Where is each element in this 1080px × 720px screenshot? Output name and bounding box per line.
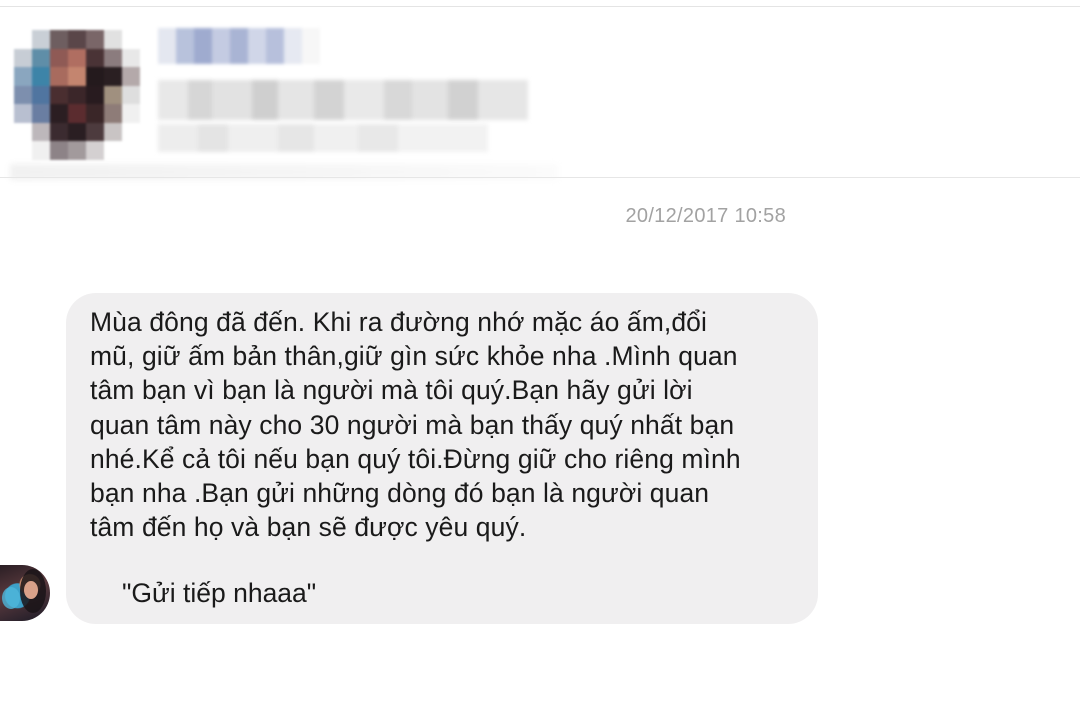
- header-divider: [0, 177, 1080, 178]
- message-line: quan tâm này cho 30 người mà bạn thấy qu…: [90, 409, 735, 440]
- message-bubble[interactable]: Mùa đông đã đến. Khi ra đường nhớ mặc áo…: [66, 293, 818, 624]
- avatar-detail: [24, 581, 38, 599]
- sender-avatar[interactable]: [0, 565, 50, 621]
- message-quote: "Gửi tiếp nhaaa": [122, 578, 317, 609]
- message-timestamp: 20/12/2017 10:58: [625, 205, 786, 227]
- message-line: bạn nha .Bạn gửi những dòng đó bạn là ng…: [90, 478, 710, 509]
- censored-text-line: [158, 80, 528, 120]
- chat-screen: 20/12/2017 10:58 Mùa đông đã đến. Khi ra…: [0, 0, 1080, 720]
- censored-text-line: [158, 124, 488, 152]
- message-line: mũ, giữ ấm bản thân,giữ gìn sức khỏe nha…: [90, 341, 738, 372]
- avatar-detail: [2, 587, 20, 609]
- censored-contact-name: [158, 28, 320, 64]
- message-line: Mùa đông đã đến. Khi ra đường nhớ mặc áo…: [90, 307, 708, 337]
- message-line: tâm đến họ và bạn sẽ được yêu quý.: [90, 512, 527, 543]
- censored-profile-avatar[interactable]: [14, 30, 140, 160]
- message-line: nhé.Kể cả tôi nếu bạn quý tôi.Đừng giữ c…: [90, 443, 741, 474]
- message-line: tâm bạn vì bạn là người mà tôi quý.Bạn h…: [90, 375, 693, 406]
